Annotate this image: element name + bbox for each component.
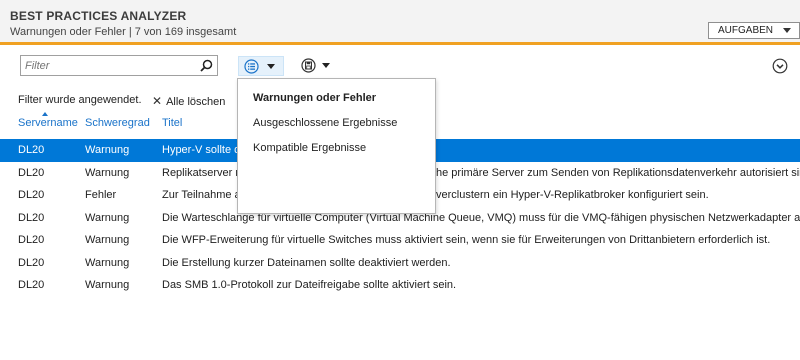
sort-ascending-icon — [42, 112, 48, 116]
column-header-schweregrad[interactable]: Schweregrad — [85, 117, 150, 129]
cell-severity: Warnung — [85, 166, 130, 179]
clear-all-button[interactable]: ✕ Alle löschen — [152, 94, 225, 108]
cell-title-tail: verclustern ein Hyper-V-Replikatbroker k… — [436, 189, 709, 201]
column-header-titel[interactable]: Titel — [162, 117, 182, 129]
cell-title: Replikatserver m — [162, 166, 245, 179]
cell-title: Hyper-V sollte d — [162, 144, 241, 156]
cell-servername: DL20 — [18, 144, 45, 156]
close-icon: ✕ — [152, 94, 163, 108]
filter-input[interactable] — [21, 56, 196, 75]
chevron-down-circle-icon[interactable] — [772, 58, 788, 74]
cell-title: Zur Teilnahme a — [162, 189, 241, 201]
cell-servername: DL20 — [18, 256, 45, 269]
cell-title-tail: he primäre Server zum Senden von Replika… — [436, 166, 800, 179]
cell-servername: DL20 — [18, 166, 45, 179]
header-bar: BEST PRACTICES ANALYZER Warnungen oder F… — [0, 0, 800, 44]
column-header-servername[interactable]: Servername — [18, 117, 78, 129]
menu-item-kompatible-ergebnisse[interactable]: Kompatible Ergebnisse — [253, 142, 366, 154]
cell-title: Die WFP-Erweiterung für virtuelle Switch… — [162, 234, 771, 246]
filter-status-text: Filter wurde angewendet. — [18, 94, 142, 106]
cell-severity: Fehler — [85, 189, 117, 201]
cell-severity: Warnung — [85, 234, 130, 246]
view-filter-menu: Warnungen oder Fehler Ausgeschlossene Er… — [237, 78, 436, 214]
chevron-down-icon — [267, 64, 275, 69]
save-query-button[interactable] — [296, 56, 334, 76]
view-filter-button[interactable] — [238, 56, 284, 76]
cell-severity: Warnung — [85, 256, 130, 269]
chevron-down-icon — [322, 63, 330, 68]
clear-all-label: Alle löschen — [166, 96, 226, 108]
save-icon — [301, 58, 316, 73]
cell-severity: Warnung — [85, 144, 130, 156]
page-title: BEST PRACTICES ANALYZER — [10, 9, 187, 23]
cell-severity: Warnung — [85, 279, 130, 291]
cell-severity: Warnung — [85, 211, 130, 224]
menu-item-ausgeschlossene-ergebnisse[interactable]: Ausgeschlossene Ergebnisse — [253, 117, 397, 129]
cell-servername: DL20 — [18, 279, 45, 291]
table-row[interactable]: DL20 Warnung Die Erstellung kurzer Datei… — [0, 252, 800, 275]
tasks-dropdown[interactable]: AUFGABEN — [708, 22, 800, 39]
cell-title: Die Erstellung kurzer Dateinamen sollte … — [162, 256, 451, 269]
table-row[interactable]: DL20 Warnung Die WFP-Erweiterung für vir… — [0, 229, 800, 252]
tasks-label: AUFGABEN — [718, 25, 774, 36]
cell-servername: DL20 — [18, 234, 45, 246]
cell-title: Das SMB 1.0-Protokoll zur Dateifreigabe … — [162, 279, 457, 291]
cell-servername: DL20 — [18, 211, 45, 224]
page-subtitle: Warnungen oder Fehler | 7 von 169 insges… — [10, 26, 237, 38]
menu-item-warnungen-oder-fehler[interactable]: Warnungen oder Fehler — [253, 92, 376, 104]
chevron-down-icon — [783, 28, 791, 33]
table-row[interactable]: DL20 Warnung Das SMB 1.0-Protokoll zur D… — [0, 274, 800, 297]
search-icon[interactable] — [200, 59, 213, 72]
cell-servername: DL20 — [18, 189, 45, 201]
list-view-icon — [244, 59, 259, 74]
filter-field[interactable] — [20, 55, 218, 76]
